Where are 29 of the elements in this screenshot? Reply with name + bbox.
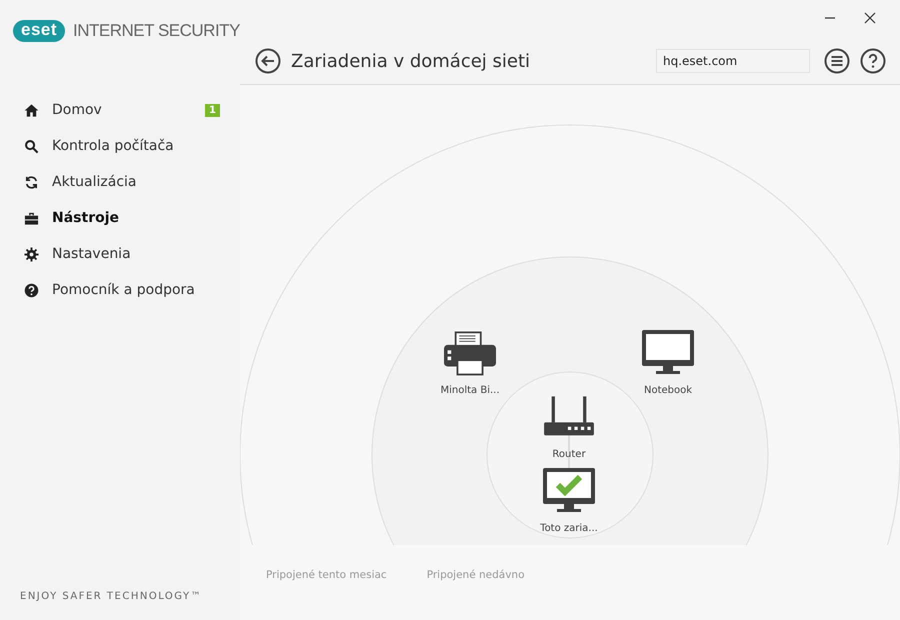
sidebar-item[interactable]: Aktualizácia bbox=[0, 164, 240, 200]
back-icon[interactable] bbox=[255, 48, 281, 74]
refresh-icon bbox=[24, 174, 39, 190]
notification-badge: 1 bbox=[205, 104, 220, 116]
product-name: INTERNET SECURITY bbox=[73, 21, 240, 41]
device-label: Router bbox=[552, 449, 586, 460]
tagline: ENJOY SAFER TECHNOLOGY™ bbox=[20, 591, 204, 602]
page-title: Zariadenia v domácej sieti bbox=[291, 50, 532, 72]
device-label: Toto zaria... bbox=[540, 523, 598, 534]
help-icon[interactable] bbox=[860, 48, 886, 74]
menu-icon[interactable] bbox=[824, 48, 850, 74]
sidebar-item[interactable]: Kontrola počítača bbox=[0, 128, 240, 164]
home-icon bbox=[24, 102, 39, 118]
printer-icon[interactable] bbox=[444, 330, 496, 376]
sidebar-item[interactable]: Nastavenia bbox=[0, 236, 240, 272]
sidebar-item[interactable]: Domov 1 bbox=[0, 92, 240, 128]
close-icon[interactable] bbox=[864, 12, 876, 24]
toolbox-icon bbox=[24, 210, 39, 226]
sidebar-item[interactable]: Nástroje bbox=[0, 200, 240, 236]
monitor-icon[interactable] bbox=[642, 330, 694, 376]
settings-icon bbox=[24, 246, 39, 262]
device-label: Notebook bbox=[644, 385, 692, 396]
sidebar-item[interactable]: Pomocník a podpora bbox=[0, 272, 240, 308]
search-icon bbox=[24, 138, 39, 154]
monitor-checkmark-icon[interactable] bbox=[543, 468, 595, 514]
help-icon bbox=[24, 282, 39, 298]
network-field[interactable]: hq.eset.com bbox=[656, 49, 810, 73]
logo: eset bbox=[13, 20, 66, 42]
device-label: Minolta Bi... bbox=[440, 385, 500, 396]
